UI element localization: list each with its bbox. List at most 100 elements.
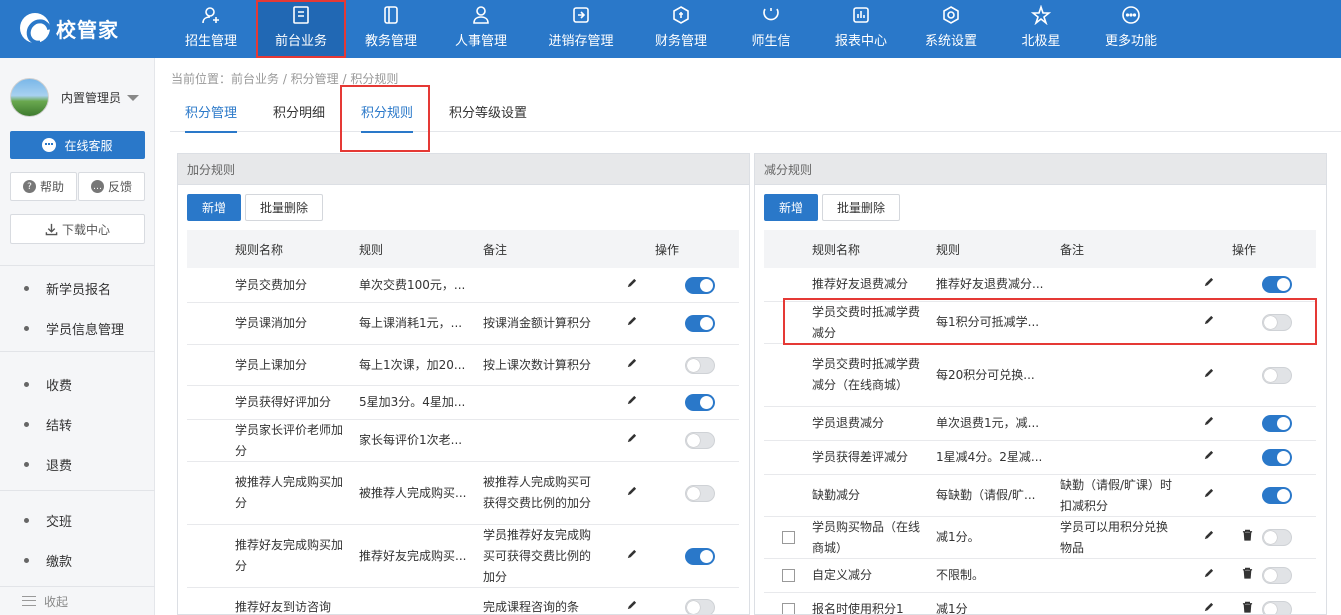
subtract-panel-title: 减分规则 — [755, 154, 1326, 185]
toggle-knob — [700, 549, 713, 563]
sidebar-item-charge[interactable]: 收费 — [0, 364, 155, 404]
enable-toggle[interactable] — [1262, 314, 1292, 331]
nav-item-8[interactable]: 报表中心 — [816, 0, 906, 58]
edit-icon[interactable] — [626, 597, 637, 614]
nav-item-4[interactable]: 人事管理 — [436, 0, 526, 58]
edit-icon[interactable] — [1203, 565, 1214, 586]
sidebar-item-payment[interactable]: 缴款 — [0, 540, 155, 580]
enable-toggle[interactable] — [685, 315, 715, 332]
enable-toggle[interactable] — [1262, 567, 1292, 584]
rule-name-cell: 学员家长评价老师加分 — [235, 422, 344, 458]
batch-delete-button[interactable]: 批量删除 — [245, 194, 324, 221]
edit-icon[interactable] — [626, 546, 637, 567]
row-checkbox[interactable] — [781, 603, 795, 614]
edit-icon[interactable] — [626, 483, 637, 504]
tab-points-management[interactable]: 积分管理 — [185, 90, 238, 133]
tab-points-level-settings[interactable]: 积分等级设置 — [449, 90, 527, 132]
trash-icon[interactable] — [1242, 565, 1253, 586]
edit-icon[interactable] — [1203, 413, 1214, 434]
nav-item-6[interactable]: 财务管理 — [636, 0, 726, 58]
chevron-down-icon[interactable] — [127, 94, 140, 101]
trash-icon[interactable] — [1242, 527, 1253, 548]
help-button[interactable]: ? 帮助 — [10, 172, 77, 201]
table-header: 规则名称 规则 备注 操作 — [764, 230, 1316, 268]
enable-toggle[interactable] — [1262, 276, 1292, 293]
sidebar-item-transfer[interactable]: 结转 — [0, 404, 155, 444]
edit-icon[interactable] — [1203, 312, 1214, 333]
subtract-rules-table: 规则名称 规则 备注 操作 推荐好友退费减分 推荐好友退费减分... 学员交费时抵减… — [764, 230, 1316, 614]
nav-item-2[interactable]: 前台业务 — [256, 0, 346, 58]
edit-icon[interactable] — [626, 313, 637, 334]
bullet-icon — [24, 557, 29, 563]
toggle-knob — [1277, 451, 1290, 464]
nav-item-5[interactable]: 进销存管理 — [526, 0, 636, 58]
edit-icon[interactable] — [1203, 485, 1214, 506]
nav-item-10[interactable]: 北极星 — [996, 0, 1086, 58]
edit-icon[interactable] — [1203, 447, 1214, 468]
enable-toggle[interactable] — [685, 394, 715, 411]
report-icon — [851, 5, 871, 25]
enable-toggle[interactable] — [1262, 487, 1292, 504]
tab-points-detail[interactable]: 积分明细 — [273, 90, 325, 132]
add-rule-button[interactable]: 新增 — [187, 194, 242, 221]
collapse-label: 收起 — [44, 594, 69, 609]
edit-icon[interactable] — [626, 355, 637, 376]
toggle-knob — [687, 434, 700, 447]
enable-toggle[interactable] — [685, 432, 715, 449]
app-logo[interactable]: 校管家 — [20, 12, 119, 44]
edit-icon[interactable] — [626, 430, 637, 451]
rule-cell: 单次交费100元，... — [359, 277, 466, 292]
feedback-button[interactable]: … 反馈 — [78, 172, 145, 201]
rule-name-cell: 学员上课加分 — [235, 357, 308, 372]
enable-toggle[interactable] — [1262, 601, 1292, 614]
add-rule-button[interactable]: 新增 — [764, 194, 819, 221]
tab-points-rules[interactable]: 积分规则 — [361, 90, 414, 133]
table-row: 报名时使用积分1 减1分 — [764, 593, 1316, 614]
sidebar-item-new-student[interactable]: 新学员报名 — [0, 268, 155, 308]
user-name: 内置管理员 — [61, 91, 122, 105]
rule-name-cell: 推荐好友退费减分 — [812, 277, 909, 291]
row-checkbox[interactable] — [781, 569, 795, 582]
nav-item-11[interactable]: 更多功能 — [1086, 0, 1176, 58]
online-service-button[interactable]: 在线客服 — [10, 131, 145, 159]
nav-item-7[interactable]: 师生信 — [726, 0, 816, 58]
rule-name-cell: 学员退费减分 — [812, 416, 885, 430]
enable-toggle[interactable] — [685, 547, 715, 565]
enable-toggle[interactable] — [1262, 415, 1292, 432]
bullet-icon — [24, 325, 29, 331]
batch-delete-button[interactable]: 批量删除 — [822, 194, 901, 221]
edit-icon[interactable] — [1203, 599, 1214, 614]
enable-toggle[interactable] — [685, 356, 715, 374]
enable-toggle[interactable] — [685, 599, 715, 614]
edit-icon[interactable] — [1203, 527, 1214, 548]
nav-item-9[interactable]: 系统设置 — [906, 0, 996, 58]
subtract-panel-toolbar: 新增 批量删除 — [764, 194, 904, 221]
sidebar-item-refund[interactable]: 退费 — [0, 444, 155, 484]
rule-name-cell: 被推荐人完成购买加分 — [235, 475, 344, 510]
rule-cell: 减1分。 — [936, 530, 980, 544]
nav-item-1[interactable]: 招生管理 — [166, 0, 256, 58]
logo-mark-icon — [20, 13, 50, 43]
edit-icon[interactable] — [626, 392, 637, 413]
avatar[interactable] — [10, 78, 49, 117]
enable-toggle[interactable] — [685, 484, 715, 502]
enable-toggle[interactable] — [1262, 366, 1292, 384]
row-checkbox[interactable] — [781, 531, 795, 544]
edit-icon[interactable] — [626, 275, 637, 296]
rule-name-cell: 学员交费时抵减学费减分 — [812, 304, 921, 340]
enable-toggle[interactable] — [1262, 449, 1292, 466]
finance-icon — [671, 5, 691, 25]
sidebar-item-handover[interactable]: 交班 — [0, 500, 155, 540]
edit-icon[interactable] — [1203, 274, 1214, 295]
edit-icon[interactable] — [1203, 365, 1214, 386]
enable-toggle[interactable] — [1262, 529, 1292, 546]
column-header-note: 备注 — [1060, 242, 1085, 257]
user-profile[interactable]: 内置管理员 — [10, 78, 140, 117]
sidebar-item-student-info[interactable]: 学员信息管理 — [0, 308, 155, 348]
trash-icon[interactable] — [1242, 599, 1253, 614]
download-center-button[interactable]: 下载中心 — [10, 214, 145, 244]
enable-toggle[interactable] — [685, 276, 715, 294]
add-rules-table: 规则名称 规则 备注 操作 学员交费加分 单次交费100元，... 学员课消加分 每上… — [187, 230, 739, 614]
collapse-sidebar-button[interactable]: 收起 — [0, 586, 155, 615]
nav-item-3[interactable]: 教务管理 — [346, 0, 436, 58]
